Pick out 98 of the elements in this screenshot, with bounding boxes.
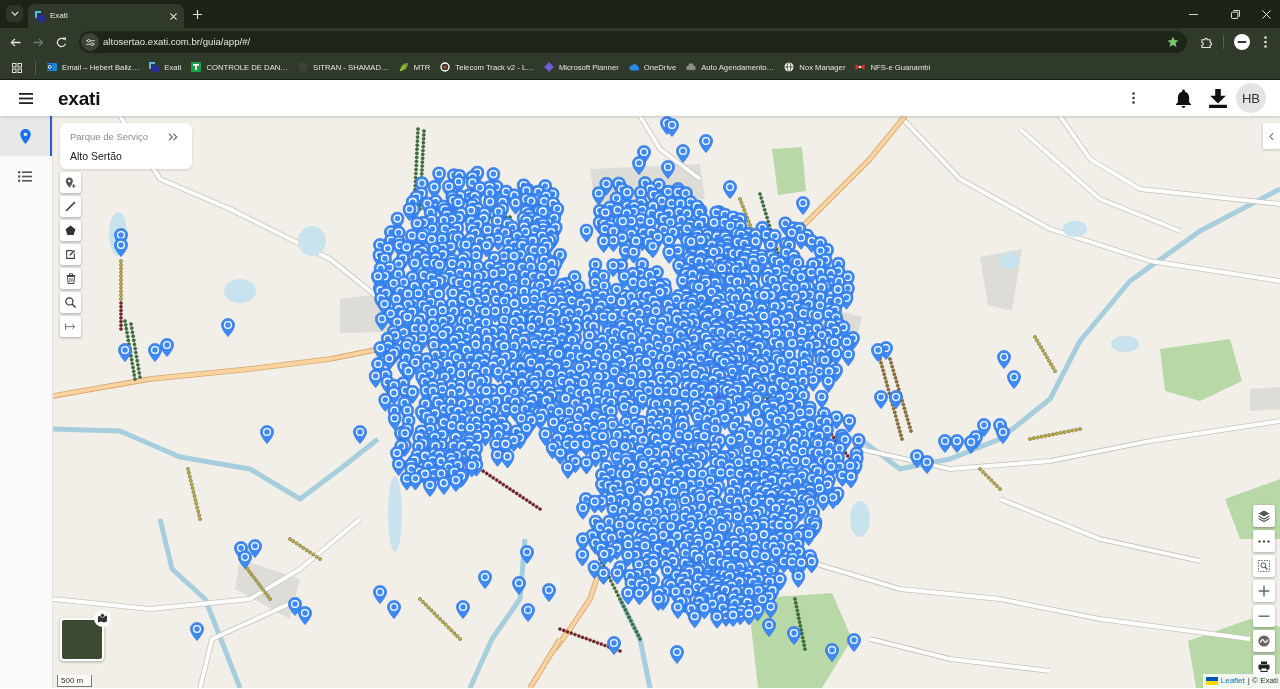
layers-button[interactable] [1253, 505, 1275, 527]
download-icon [1209, 88, 1227, 108]
sidebar-item[interactable] [0, 116, 52, 156]
diamond-icon [543, 62, 554, 73]
pole-line [1033, 335, 1057, 373]
plus-icon [192, 9, 202, 19]
tab-search-button[interactable] [6, 5, 23, 22]
trash-icon [65, 273, 76, 284]
globe-icon [784, 62, 795, 73]
more-vertical-icon [1131, 92, 1135, 104]
arrow-left-icon [10, 36, 21, 48]
grid-icon [12, 62, 22, 73]
pond [850, 501, 870, 537]
layers-icon [1258, 510, 1270, 522]
draw-polygon-button[interactable] [60, 220, 81, 241]
pole-line [288, 537, 322, 561]
pole-line [478, 467, 542, 511]
pole-line [1028, 427, 1082, 441]
site-info-button[interactable] [81, 33, 99, 51]
minimize-icon [1188, 13, 1198, 15]
puzzle-icon [1201, 36, 1212, 48]
sliders-icon [85, 38, 95, 46]
printer-icon [1258, 660, 1270, 672]
map-layers-icon[interactable] [94, 610, 111, 627]
more-options-button[interactable] [1253, 530, 1275, 552]
attribution-text: | © Exati [1247, 675, 1278, 687]
print-button[interactable] [1253, 655, 1275, 677]
zoom-area-icon [1258, 560, 1270, 572]
address-field[interactable]: altosertao.exati.com.br/guia/app/#/ [79, 31, 1187, 53]
app-logo[interactable]: exati [58, 88, 101, 108]
double-chevron-icon[interactable] [168, 133, 178, 142]
marker-cluster[interactable] [221, 116, 1021, 664]
reload-icon [56, 36, 67, 48]
pole-line [978, 467, 1002, 491]
pentagon-icon [65, 225, 76, 236]
move-button[interactable] [60, 316, 81, 337]
plus-icon [1258, 585, 1270, 597]
more-vertical-icon [1263, 36, 1267, 48]
cloud-icon [628, 62, 639, 73]
dots-icon [1258, 539, 1270, 543]
zoom-out-button[interactable] [1253, 605, 1275, 627]
pole-line [793, 597, 807, 651]
attribution-link[interactable]: Leaflet [1220, 675, 1245, 687]
search-button[interactable] [60, 292, 81, 313]
delete-button[interactable] [60, 268, 81, 289]
pole-line [418, 597, 462, 641]
zoom-area-button[interactable] [1253, 555, 1275, 577]
browser-tab[interactable]: Exati [28, 4, 184, 28]
notifications-button[interactable] [1173, 87, 1193, 109]
mail-icon [47, 62, 57, 73]
spreadsheet-icon [191, 62, 202, 73]
pond [224, 279, 256, 303]
vegetation-area [772, 147, 806, 195]
avatar-button[interactable]: HB [1236, 83, 1266, 113]
arrow-right-icon [33, 36, 44, 48]
logo-icon [35, 10, 45, 22]
download-button[interactable] [1207, 87, 1229, 109]
pin-plus-icon [65, 177, 76, 188]
overlay-toggle-button[interactable] [1253, 630, 1275, 652]
bell-icon [1175, 88, 1191, 108]
list-icon [18, 170, 32, 182]
pole-line [186, 467, 202, 521]
pond [298, 226, 326, 256]
panel-label: Parque de Serviço [70, 130, 149, 144]
search-icon [65, 297, 76, 308]
pond [1063, 221, 1087, 237]
edit-icon [65, 249, 76, 260]
scale-bar: 500 m [57, 675, 93, 687]
pond [1000, 253, 1020, 269]
close-icon[interactable] [170, 12, 177, 20]
minus-icon [1258, 614, 1270, 618]
profile-avatar-icon[interactable] [1234, 34, 1250, 50]
target-icon [440, 62, 451, 73]
pole-line [129, 322, 142, 379]
draw-line-button[interactable] [60, 196, 81, 217]
map-pin-icon [19, 128, 31, 144]
panel-value: Alto Sertão [70, 149, 123, 165]
restore-icon [1230, 9, 1240, 19]
menu-button[interactable] [18, 90, 34, 106]
star-icon[interactable] [1167, 36, 1179, 48]
close-icon [1261, 9, 1271, 19]
logo-icon [149, 62, 160, 73]
chevron-down-icon [10, 11, 19, 16]
zoom-in-button[interactable] [1253, 580, 1275, 602]
car-icon [686, 62, 697, 73]
flag-icon [1205, 677, 1218, 685]
pole-line [238, 557, 272, 601]
add-marker-button[interactable] [60, 172, 81, 193]
satellite-photo-placeholder[interactable] [60, 618, 104, 661]
chevron-left-icon [1269, 131, 1274, 141]
arrow-to-right-icon [65, 322, 76, 331]
leaf-icon [398, 62, 409, 73]
menu-icon [19, 92, 33, 104]
bow-icon [855, 62, 866, 73]
pond [1111, 336, 1139, 352]
wave-circle-icon [1258, 635, 1270, 647]
line-icon [65, 201, 76, 212]
edit-button[interactable] [60, 244, 81, 265]
